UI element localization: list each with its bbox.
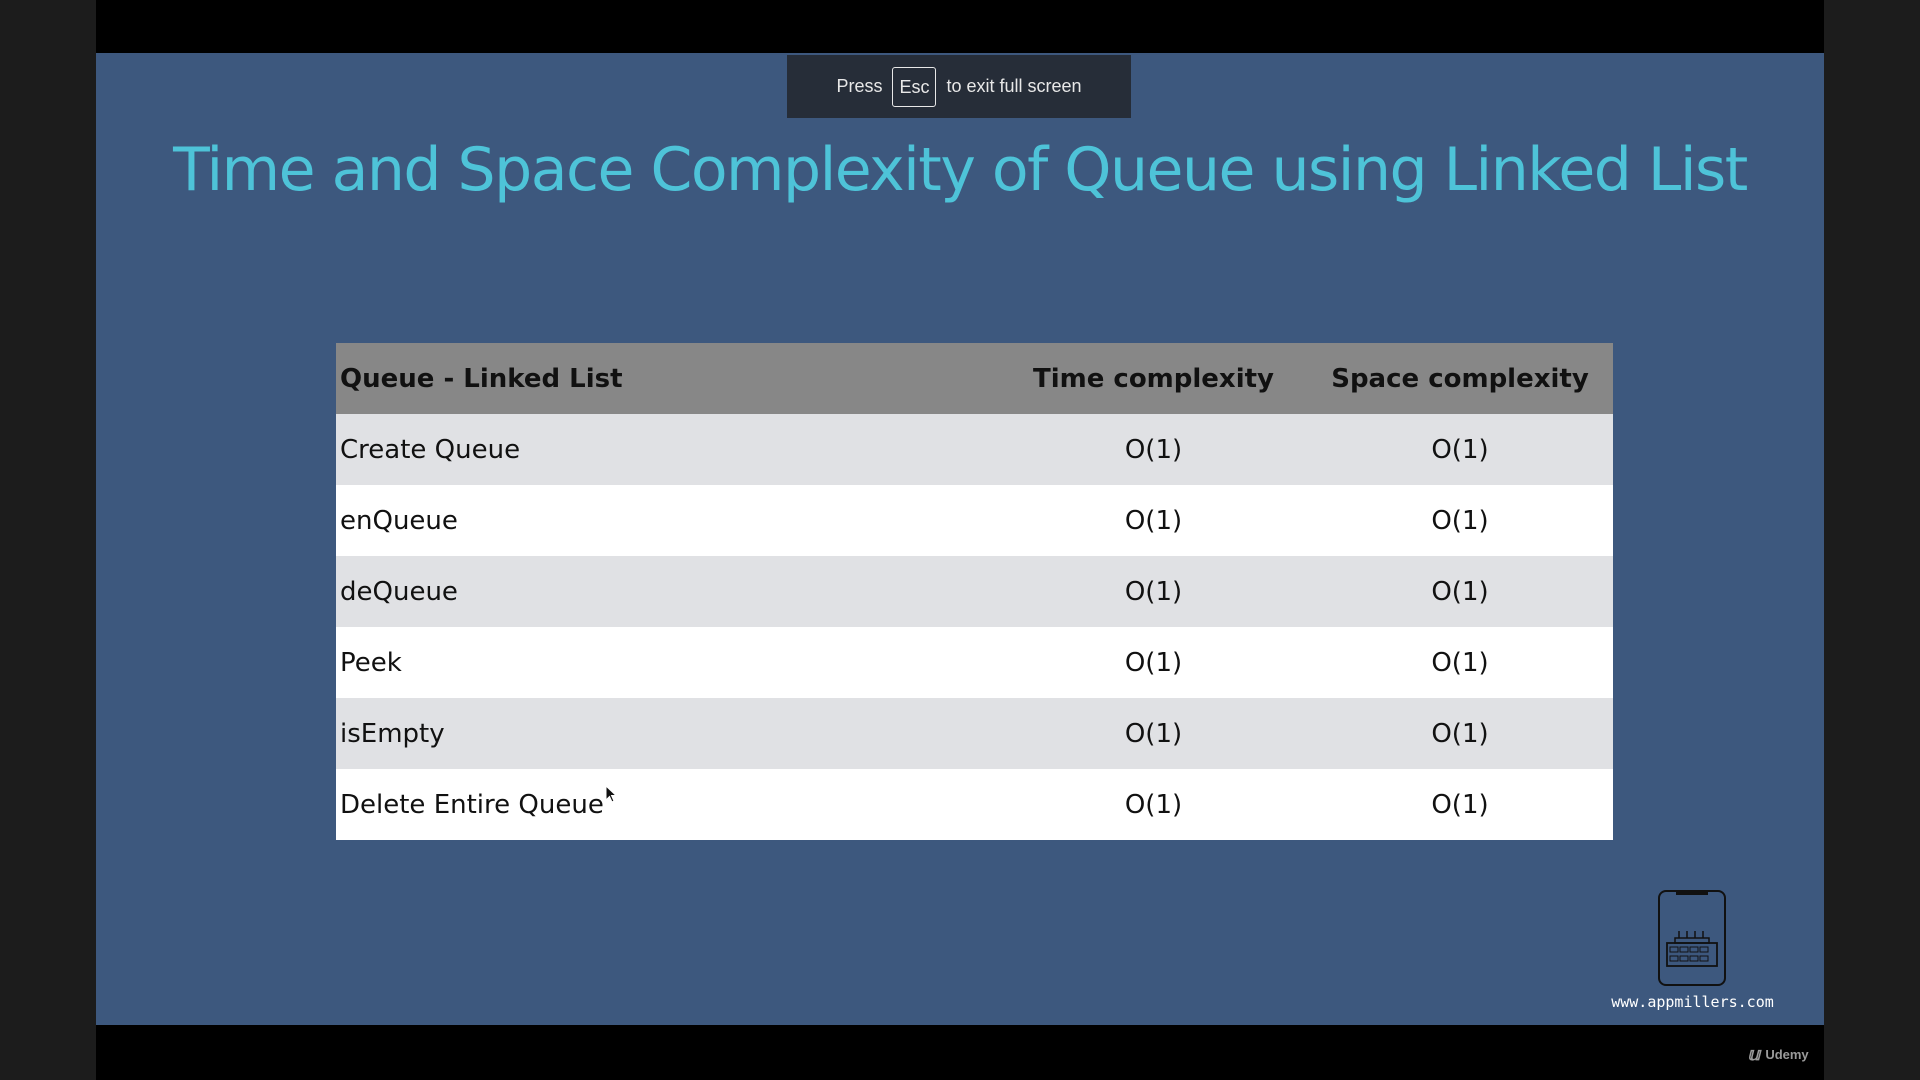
video-viewport: Press Esc to exit full screen Time and S…: [0, 0, 1920, 1080]
udemy-logo-icon: 𝕦: [1747, 1044, 1761, 1064]
cell-space: O(1): [1307, 769, 1613, 840]
cell-space: O(1): [1307, 485, 1613, 556]
header-time-complexity: Time complexity: [1000, 343, 1307, 414]
cell-time: O(1): [1000, 556, 1307, 627]
table-row: Delete Entire Queue O(1) O(1): [336, 769, 1613, 840]
appmillers-logo-icon: [1658, 890, 1726, 986]
table-row: deQueue O(1) O(1): [336, 556, 1613, 627]
slide-title: Time and Space Complexity of Queue using…: [173, 135, 1748, 205]
cell-operation: deQueue: [336, 556, 1000, 627]
toast-suffix-text: to exit full screen: [946, 76, 1082, 96]
cell-time: O(1): [1000, 769, 1307, 840]
cell-operation: isEmpty: [336, 698, 1000, 769]
cell-time: O(1): [1000, 485, 1307, 556]
cell-space: O(1): [1307, 627, 1613, 698]
table-row: enQueue O(1) O(1): [336, 485, 1613, 556]
cell-time: O(1): [1000, 698, 1307, 769]
cell-space: O(1): [1307, 414, 1613, 485]
cell-space: O(1): [1307, 698, 1613, 769]
mouse-cursor-icon: [605, 784, 618, 808]
cell-operation: Peek: [336, 627, 1000, 698]
cell-operation: Delete Entire Queue: [336, 769, 1000, 840]
cell-time: O(1): [1000, 627, 1307, 698]
table-row: Create Queue O(1) O(1): [336, 414, 1613, 485]
udemy-watermark: 𝕦 Udemy: [1747, 1044, 1809, 1065]
cell-space: O(1): [1307, 556, 1613, 627]
appmillers-url: www.appmillers.com: [1611, 993, 1774, 1011]
fullscreen-exit-toast: Press Esc to exit full screen: [787, 55, 1131, 118]
table-row: isEmpty O(1) O(1): [336, 698, 1613, 769]
cell-operation: Create Queue: [336, 414, 1000, 485]
cell-time: O(1): [1000, 414, 1307, 485]
complexity-table: Queue - Linked List Time complexity Spac…: [336, 343, 1613, 840]
esc-key-label: Esc: [892, 66, 937, 107]
table-header-row: Queue - Linked List Time complexity Spac…: [336, 343, 1613, 414]
header-space-complexity: Space complexity: [1307, 343, 1613, 414]
udemy-label: Udemy: [1765, 1047, 1809, 1062]
cell-operation: enQueue: [336, 485, 1000, 556]
header-operation: Queue - Linked List: [336, 343, 1000, 414]
table-row: Peek O(1) O(1): [336, 627, 1613, 698]
toast-press-text: Press: [836, 76, 883, 96]
